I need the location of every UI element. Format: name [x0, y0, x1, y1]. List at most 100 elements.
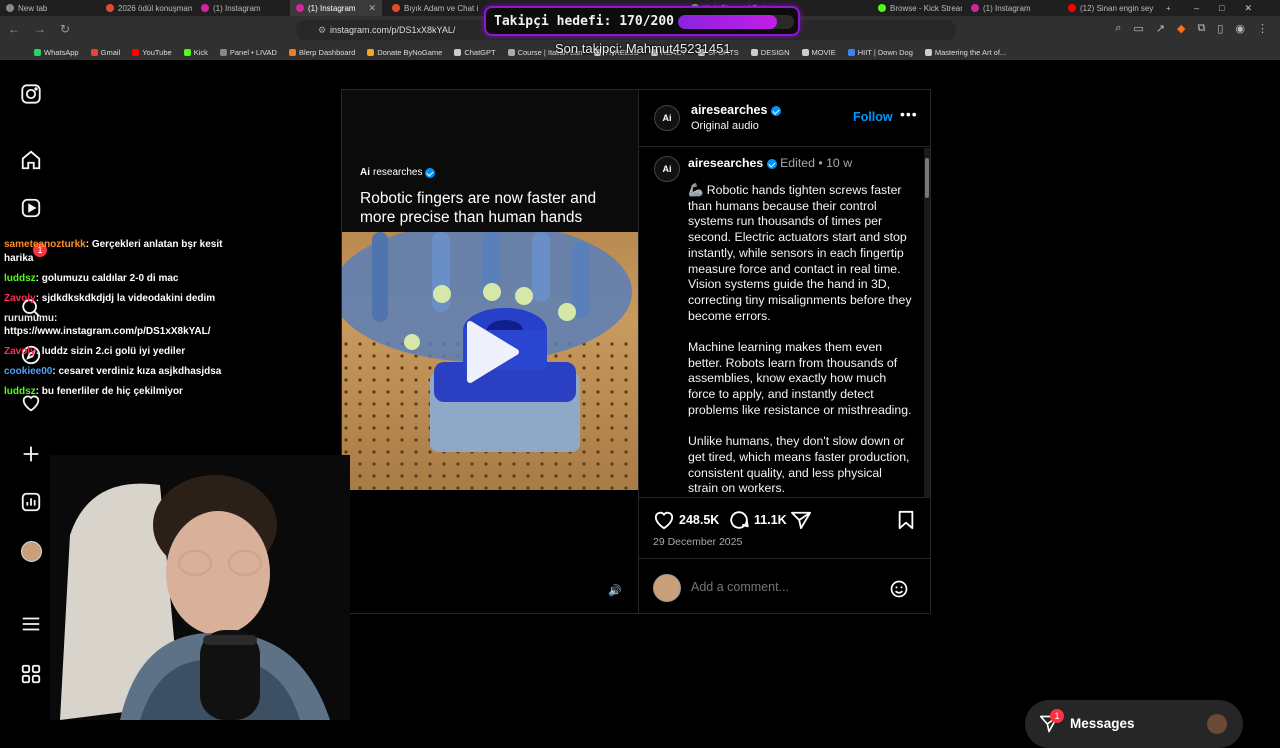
bookmark-icon	[507, 48, 515, 56]
new-tab-icon[interactable]: +	[1160, 0, 1176, 16]
verified-icon	[770, 105, 781, 116]
play-icon[interactable]	[462, 320, 520, 384]
reload-icon[interactable]: ↻	[60, 22, 70, 36]
close-window-icon[interactable]: ✕	[1244, 3, 1252, 14]
home-icon[interactable]	[20, 149, 42, 171]
caption-scrollbar[interactable]	[924, 148, 930, 498]
user-avatar[interactable]	[653, 574, 681, 602]
save-icon[interactable]	[897, 510, 915, 530]
bookmark-item[interactable]: Donate ByNoGame	[367, 48, 442, 57]
video-frame[interactable]	[342, 232, 638, 490]
browser-tab[interactable]: (1) Instagram	[195, 0, 287, 16]
post-date: 29 December 2025	[653, 536, 743, 548]
bookmark-item[interactable]: HIIT | Down Dog	[847, 48, 913, 57]
back-icon[interactable]: ←	[8, 22, 20, 36]
chat-username[interactable]: sameteanozturkk	[4, 239, 86, 250]
more-options-icon[interactable]: •••	[900, 106, 918, 122]
tab-favicon-icon	[296, 4, 304, 12]
chat-username[interactable]: cookiee00	[4, 366, 52, 377]
bookmark-item[interactable]: ChatGPT	[454, 48, 496, 57]
apps-icon[interactable]	[20, 663, 42, 685]
reels-icon[interactable]	[20, 197, 42, 219]
bookmark-icon	[801, 48, 809, 56]
profile-icon[interactable]: ◉	[1235, 22, 1245, 35]
author-username[interactable]: airesearches	[691, 103, 767, 117]
bookmark-label: Blerp Dashboard	[298, 47, 356, 57]
extensions-icon[interactable]: ⧉	[1197, 22, 1205, 35]
comment-input[interactable]	[691, 576, 871, 598]
chat-username[interactable]: luddsz	[4, 386, 36, 397]
bookmark-item[interactable]: Mastering the Art of...	[924, 47, 1007, 57]
last-follower-text: Son takipçi: Mahmut45231451	[555, 41, 731, 56]
tab-title: New tab	[18, 3, 48, 13]
instagram-logo-icon[interactable]	[20, 83, 42, 105]
emoji-icon[interactable]	[889, 579, 909, 599]
bookmark-icon	[750, 48, 758, 56]
follow-button[interactable]: Follow	[853, 110, 893, 124]
bookmark-icon	[367, 48, 375, 56]
share-icon[interactable]	[790, 510, 812, 530]
post-dialog: Ai researches Robotic fingers are now fa…	[341, 89, 931, 614]
caption-avatar[interactable]: Ai	[654, 156, 680, 182]
browser-tab[interactable]: (1) Instagram	[965, 0, 1059, 16]
scrollbar-thumb[interactable]	[925, 158, 929, 198]
chat-username[interactable]: rurumumu	[4, 313, 54, 324]
caption-username[interactable]: airesearches	[688, 156, 763, 170]
extension-icon[interactable]: ◆	[1177, 22, 1185, 35]
browser-tab[interactable]: (12) Sinan engin sey	[1062, 0, 1158, 16]
bookmark-label: WhatsApp	[44, 47, 79, 57]
bookmark-label: Mastering the Art of...	[934, 47, 1007, 57]
window-controls: – □ ✕	[1194, 0, 1280, 16]
forward-icon[interactable]: →	[34, 22, 46, 36]
bookmark-item[interactable]: Blerp Dashboard	[288, 47, 356, 57]
browser-tab[interactable]: New tab	[0, 0, 96, 16]
messages-button[interactable]: 1 Messages	[1025, 700, 1243, 748]
maximize-icon[interactable]: □	[1219, 3, 1224, 13]
tab-close-icon[interactable]: ✕	[368, 3, 382, 14]
site-info-icon[interactable]: ⚙	[318, 25, 326, 36]
chat-message: Zavoly: sjdkdkskdkdjdj la videodakini de…	[4, 292, 244, 306]
sidebar-icon[interactable]: ▯	[1217, 22, 1223, 35]
bookmark-item[interactable]: Kick	[183, 48, 208, 57]
share-icon[interactable]: ↗	[1156, 22, 1165, 35]
minimize-icon[interactable]: –	[1194, 3, 1199, 13]
bookmark-icon	[90, 48, 98, 56]
comment-icon[interactable]	[728, 509, 750, 531]
bookmark-icon	[183, 48, 191, 56]
create-icon[interactable]	[20, 443, 42, 465]
cast-icon[interactable]: ▭	[1133, 22, 1143, 35]
likes-count[interactable]: 248.5K	[679, 513, 719, 527]
goal-progress-bar	[678, 15, 794, 29]
bookmark-item[interactable]: WhatsApp	[34, 48, 79, 57]
bookmark-item[interactable]: DESIGN	[750, 48, 790, 57]
bookmark-item[interactable]: Gmail	[90, 48, 120, 57]
tab-title: 2026 ödül konuşmam	[118, 3, 192, 13]
messages-badge: 1	[1050, 709, 1064, 723]
dashboard-icon[interactable]	[20, 491, 42, 513]
menu-icon[interactable]: ⋮	[1257, 22, 1268, 35]
caption-paragraph: Machine learning makes them even better.…	[688, 340, 912, 417]
mute-icon[interactable]: 🔊	[608, 584, 622, 597]
author-avatar[interactable]: Ai	[654, 105, 680, 131]
more-menu-icon[interactable]	[20, 613, 42, 635]
tab-title: (12) Sinan engin sey	[1080, 3, 1154, 13]
audio-label[interactable]: Original audio	[691, 120, 759, 132]
bookmark-item[interactable]: YouTube	[132, 48, 172, 57]
chat-username[interactable]: Zavoly	[4, 293, 36, 304]
bookmark-item[interactable]: Panel • LIVAD	[219, 48, 277, 57]
browser-tab[interactable]: 2026 ödül konuşmam	[100, 0, 192, 16]
chat-username[interactable]: Zavoly	[4, 346, 36, 357]
profile-avatar[interactable]	[21, 541, 42, 562]
like-icon[interactable]	[653, 510, 675, 530]
tab-favicon-icon	[6, 4, 14, 12]
browser-tab[interactable]: Bıyık Adam ve Chat i	[386, 0, 480, 16]
browser-tab[interactable]: Browse - Kick Stream	[872, 0, 962, 16]
browser-tab[interactable]: (1) Instagram ✕	[290, 0, 382, 16]
zoom-icon[interactable]: ⌕	[1115, 22, 1121, 35]
bookmark-item[interactable]: MOVIE	[801, 48, 836, 57]
verified-icon	[766, 158, 777, 169]
comments-count[interactable]: 11.1K	[754, 513, 787, 527]
webcam-overlay	[50, 455, 350, 720]
chat-username[interactable]: luddsz	[4, 273, 36, 284]
caption-paragraph: 🦾 Robotic hands tighten screws faster th…	[688, 183, 912, 323]
